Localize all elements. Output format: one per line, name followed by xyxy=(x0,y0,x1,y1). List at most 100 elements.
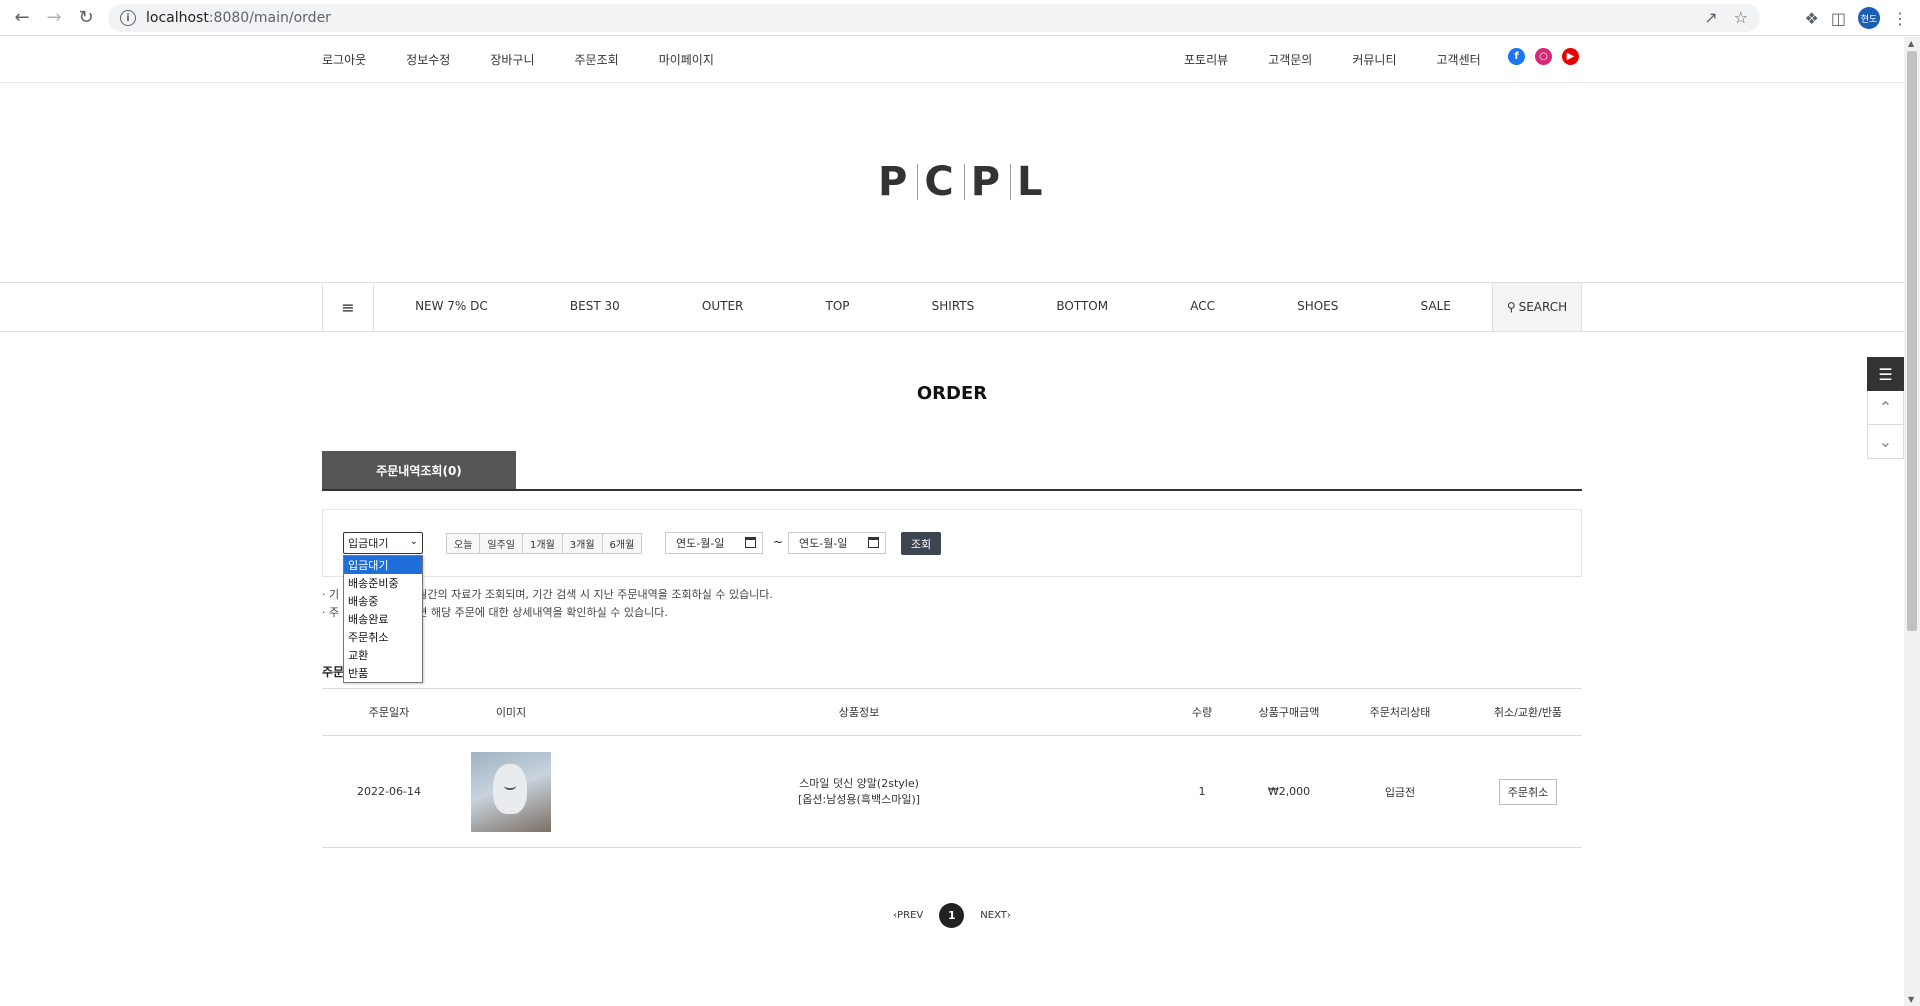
product-thumbnail[interactable] xyxy=(456,751,566,832)
category-best[interactable]: BEST 30 xyxy=(570,299,620,313)
status-select-value: 입금대기 xyxy=(348,537,389,550)
col-product-info: 상품정보 xyxy=(838,706,880,719)
category-acc[interactable]: ACC xyxy=(1190,299,1215,313)
product-info[interactable]: 스마일 덧신 양말(2style) [옵션:남성용(흑백스마일)] xyxy=(566,776,1152,808)
page-viewport: 로그아웃 정보수정 장바구니 주문조회 마이페이지 포토리뷰 고객문의 커뮤니티… xyxy=(0,37,1904,1006)
price: ₩2,000 xyxy=(1267,785,1311,798)
profile-avatar[interactable]: 현도 xyxy=(1858,7,1880,29)
category-top[interactable]: TOP xyxy=(826,299,850,313)
date-from-input[interactable]: 연도-월-일 xyxy=(665,532,763,554)
scroll-up-icon[interactable]: ⌃ xyxy=(1867,391,1904,425)
cart-link[interactable]: 장바구니 xyxy=(490,51,534,68)
category-shirts[interactable]: SHIRTS xyxy=(932,299,975,313)
edit-info-link[interactable]: 정보수정 xyxy=(406,51,450,68)
search-label: SEARCH xyxy=(1518,300,1568,314)
cancel-order-button[interactable]: 주문취소 xyxy=(1498,778,1558,805)
utility-bar: 로그아웃 정보수정 장바구니 주문조회 마이페이지 포토리뷰 고객문의 커뮤니티… xyxy=(0,37,1904,83)
site-logo[interactable]: P C P L xyxy=(878,159,1047,205)
period-1month[interactable]: 1개월 xyxy=(522,533,563,554)
url-host: localhost xyxy=(146,10,209,26)
page-title: ORDER xyxy=(916,383,988,404)
col-qty: 수량 xyxy=(1191,706,1213,719)
chevron-right-icon: › xyxy=(1006,910,1011,921)
calendar-icon[interactable] xyxy=(868,537,879,548)
side-panel-icon[interactable]: ◫ xyxy=(1831,9,1846,28)
period-week[interactable]: 일주일 xyxy=(479,533,524,554)
product-name[interactable]: 스마일 덧신 양말(2style) xyxy=(566,776,1152,792)
period-6month[interactable]: 6개월 xyxy=(601,533,643,554)
period-today[interactable]: 오늘 xyxy=(446,533,481,554)
photo-review-link[interactable]: 포토리뷰 xyxy=(1184,51,1228,68)
scroll-down-icon[interactable]: ⌄ xyxy=(1867,425,1904,459)
scrollbar-thumb[interactable] xyxy=(1907,51,1917,631)
order-lookup-link[interactable]: 주문조회 xyxy=(575,51,619,68)
order-date: 2022-06-14 xyxy=(357,785,421,798)
tab-order-history[interactable]: 주문내역조회(0) xyxy=(322,451,516,489)
status-option[interactable]: 반품 xyxy=(344,664,422,682)
browser-menu-icon[interactable]: ⋮ xyxy=(1892,9,1908,28)
address-bar[interactable]: i localhost:8080/main/order ↗ ☆ xyxy=(108,4,1760,32)
category-nav: ≡ NEW 7% DC BEST 30 OUTER TOP SHIRTS BOT… xyxy=(0,282,1904,332)
scroll-down-arrow-icon[interactable]: ▼ xyxy=(1908,995,1914,1004)
order-status: 입금전 xyxy=(1384,785,1416,799)
hamburger-menu-icon[interactable]: ≡ xyxy=(322,283,374,331)
category-outer[interactable]: OUTER xyxy=(702,299,743,313)
instagram-icon[interactable]: ○ xyxy=(1535,48,1552,65)
customer-inquiry-link[interactable]: 고객문의 xyxy=(1268,51,1312,68)
facebook-icon[interactable]: f xyxy=(1508,48,1525,65)
extensions-puzzle-icon[interactable]: ❖ xyxy=(1805,9,1819,28)
category-sale[interactable]: SALE xyxy=(1421,299,1451,313)
period-3month[interactable]: 3개월 xyxy=(561,533,603,554)
back-arrow-icon[interactable]: ← xyxy=(6,2,38,34)
order-filter: 입금대기 ⌄ 오늘 일주일 1개월 3개월 6개월 연도-월-일 ~ 연도-월-… xyxy=(322,509,1582,577)
site-info-icon[interactable]: i xyxy=(120,10,136,26)
forward-arrow-icon[interactable]: → xyxy=(38,2,70,34)
side-menu-icon[interactable]: ☰ xyxy=(1867,357,1904,391)
pagination: ‹PREV 1 NEXT› xyxy=(0,903,1904,928)
status-option[interactable]: 배송중 xyxy=(344,592,422,610)
status-option[interactable]: 배송준비중 xyxy=(344,574,422,592)
page-scrollbar[interactable]: ▲ ▼ xyxy=(1904,37,1920,1006)
category-new[interactable]: NEW 7% DC xyxy=(415,299,488,313)
product-option: [옵션:남성용(흑백스마일)] xyxy=(797,792,921,806)
order-list-caption: 주문 xyxy=(322,665,345,679)
calendar-icon[interactable] xyxy=(745,537,756,548)
logout-link[interactable]: 로그아웃 xyxy=(322,51,366,68)
status-option[interactable]: 교환 xyxy=(344,646,422,664)
lookup-button[interactable]: 조회 xyxy=(901,532,941,555)
reload-icon[interactable]: ↻ xyxy=(70,2,102,34)
order-table: 주문일자 이미지 상품정보 수량 상품구매금액 주문처리상태 취소/교환/반품 … xyxy=(322,688,1582,848)
col-image: 이미지 xyxy=(495,706,527,719)
date-to-input[interactable]: 연도-월-일 xyxy=(788,532,886,554)
category-shoes[interactable]: SHOES xyxy=(1297,299,1338,313)
status-select[interactable]: 입금대기 ⌄ xyxy=(343,532,423,554)
youtube-icon[interactable]: ▶ xyxy=(1562,48,1579,65)
share-icon[interactable]: ↗ xyxy=(1704,8,1717,27)
customer-center-link[interactable]: 고객센터 xyxy=(1437,51,1481,68)
mypage-link[interactable]: 마이페이지 xyxy=(659,51,714,68)
date-range-separator: ~ xyxy=(773,535,784,549)
current-page[interactable]: 1 xyxy=(939,903,965,928)
col-status: 주문처리상태 xyxy=(1369,706,1431,719)
url-path: :8080/main/order xyxy=(208,10,331,26)
bookmark-star-icon[interactable]: ☆ xyxy=(1734,8,1748,27)
prev-page-link[interactable]: ‹PREV xyxy=(893,910,923,921)
col-order-date: 주문일자 xyxy=(368,706,410,719)
period-buttons: 오늘 일주일 1개월 3개월 6개월 xyxy=(446,533,643,554)
table-row: 2022-06-14 스마일 덧신 양말(2style) [옵션:남성용(흑백스… xyxy=(322,736,1582,848)
status-option[interactable]: 배송완료 xyxy=(344,610,422,628)
search-button[interactable]: ⚲ SEARCH xyxy=(1492,283,1582,331)
category-bottom[interactable]: BOTTOM xyxy=(1056,299,1108,313)
col-cancel-exchange-return: 취소/교환/반품 xyxy=(1493,706,1563,719)
scroll-up-arrow-icon[interactable]: ▲ xyxy=(1908,39,1914,48)
browser-toolbar: ← → ↻ i localhost:8080/main/order ↗ ☆ ❖ … xyxy=(0,0,1920,36)
status-option[interactable]: 주문취소 xyxy=(344,628,422,646)
status-option[interactable]: 입금대기 xyxy=(344,556,422,574)
chevron-down-icon: ⌄ xyxy=(409,536,418,547)
order-tabs: 주문내역조회(0) xyxy=(322,451,1582,491)
next-page-link[interactable]: NEXT› xyxy=(980,910,1011,921)
community-link[interactable]: 커뮤니티 xyxy=(1352,51,1396,68)
quantity: 1 xyxy=(1198,785,1206,798)
search-icon: ⚲ xyxy=(1506,300,1516,314)
floating-tools: ☰ ⌃ ⌄ xyxy=(1867,357,1904,459)
